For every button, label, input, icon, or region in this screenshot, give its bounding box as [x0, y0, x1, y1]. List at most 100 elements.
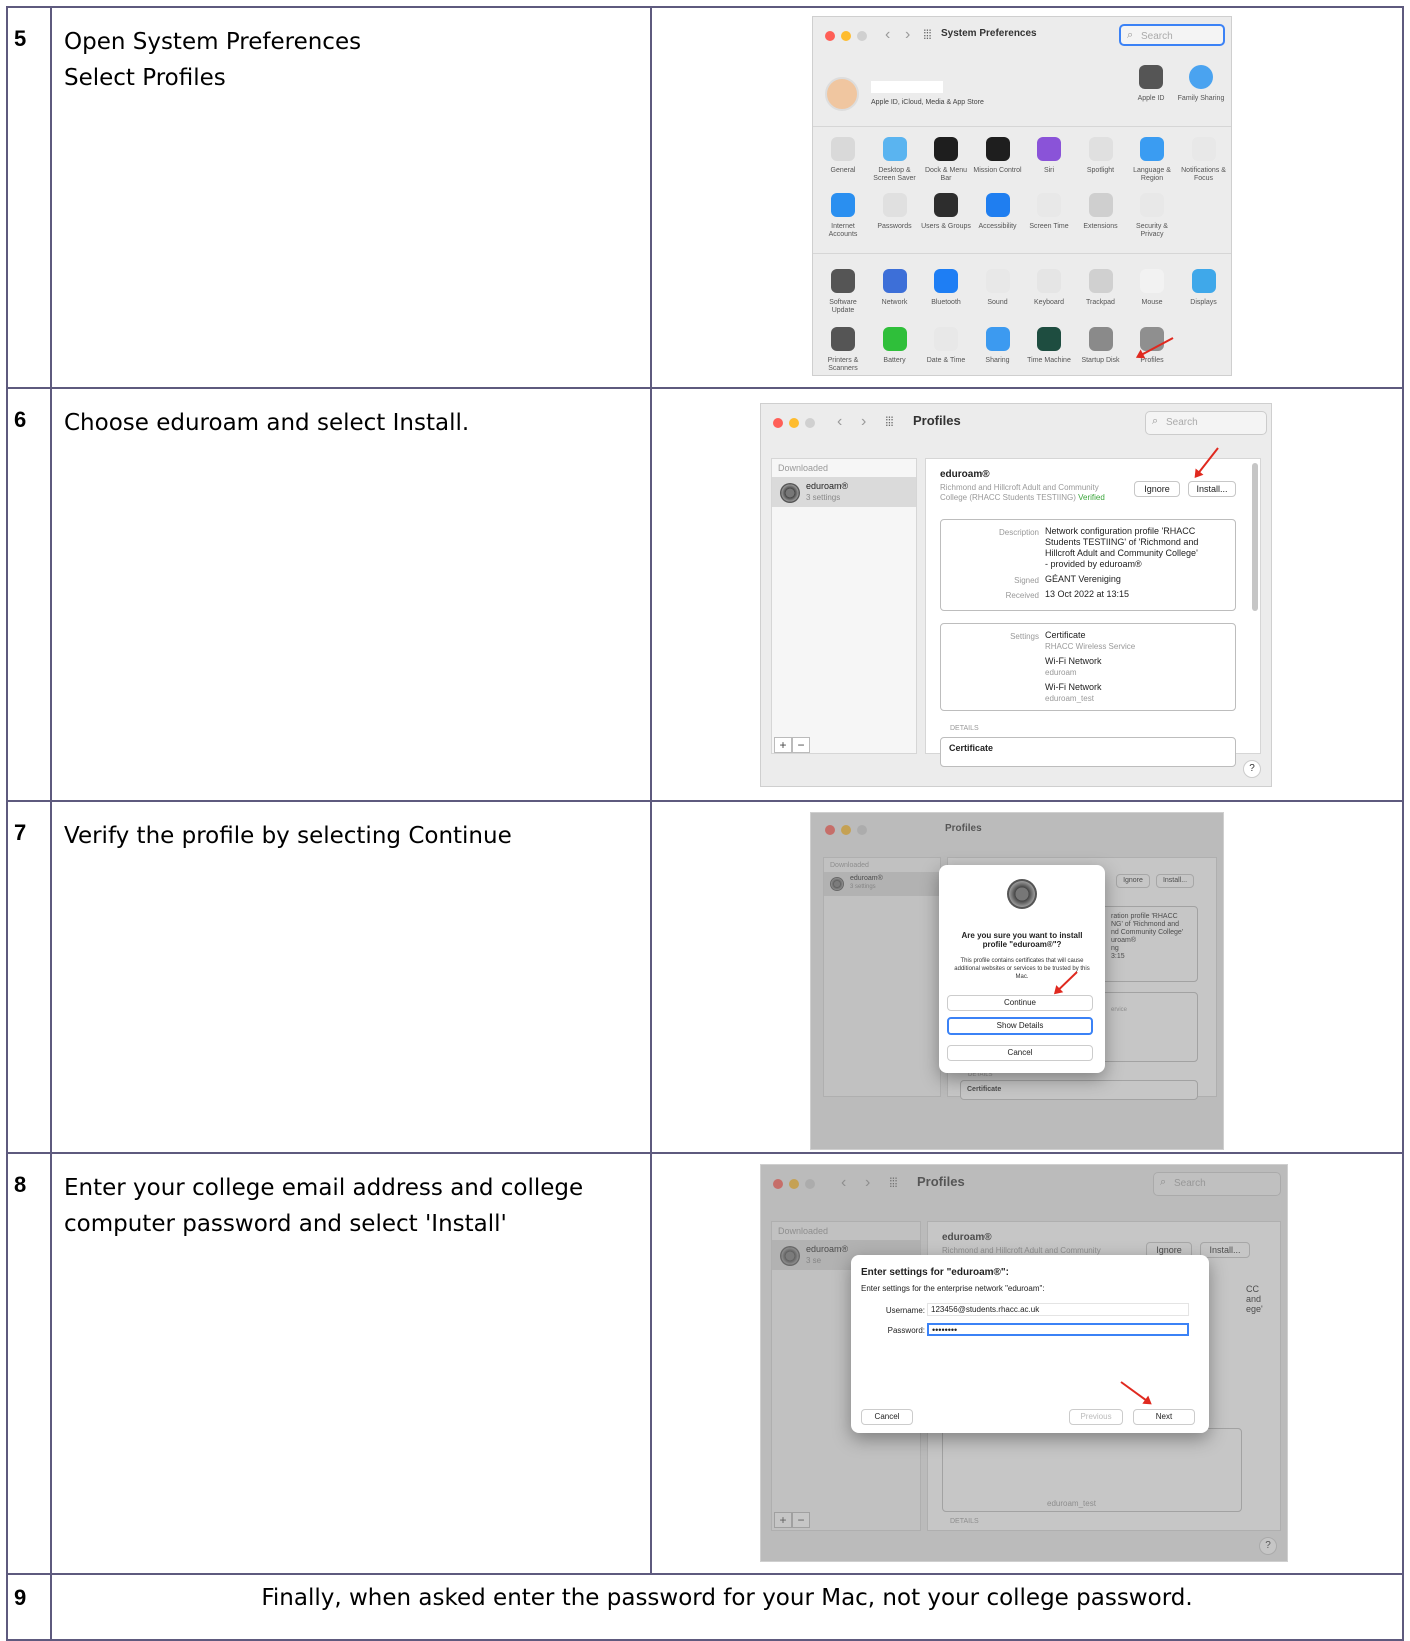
pane-dock-menu-bar[interactable]: Dock & Menu Bar: [920, 137, 972, 183]
profiles-window-dimmed: ‹ › ⁞⁞⁞ Profiles ⌕ Search Downloaded edu…: [760, 1164, 1288, 1563]
screenshot-cell: ‹ › ⁞⁞⁞ System Preferences ⌕ Search Appl…: [650, 5, 1404, 390]
profiles-sidebar: Downloaded eduroam® 3 settings + −: [771, 458, 917, 755]
add-button[interactable]: +: [774, 737, 792, 754]
pane-mouse[interactable]: Mouse: [1126, 269, 1178, 307]
list-item-eduroam[interactable]: eduroam® 3 settings: [772, 477, 916, 508]
step-line: Enter your college email address and col…: [64, 1175, 584, 1202]
scrollbar[interactable]: [1252, 463, 1258, 612]
username-input[interactable]: 123456@students.rhacc.ac.uk: [927, 1303, 1189, 1317]
pane-label: General: [830, 167, 856, 174]
ignore-button[interactable]: Ignore: [1134, 481, 1180, 498]
step-line: Open System Preferences: [64, 29, 362, 55]
apple-icon: [1139, 65, 1163, 89]
pane-apple-id[interactable]: Apple ID: [1125, 65, 1177, 103]
pane-icon: [882, 193, 907, 217]
pane-sharing[interactable]: Sharing: [972, 327, 1024, 365]
step-text: Choose eduroam and select Install.: [50, 387, 652, 802]
forward-icon[interactable]: ›: [861, 413, 866, 431]
description-box: Description Network configuration profil…: [940, 519, 1236, 612]
search-icon: ⌕: [1152, 415, 1159, 428]
pane-siri[interactable]: Siri: [1023, 137, 1075, 175]
description-line: - provided by eduroam®: [1045, 559, 1142, 570]
pane-label: Apple ID: [1137, 95, 1165, 102]
pane-displays[interactable]: Displays: [1178, 269, 1230, 307]
step-text: Verify the profile by selecting Continue: [50, 799, 652, 1155]
pane-spotlight[interactable]: Spotlight: [1075, 137, 1127, 175]
cancel-button[interactable]: Cancel: [861, 1409, 913, 1426]
grid-icon[interactable]: ⁞⁞⁞: [923, 27, 932, 42]
search-placeholder: Search: [1166, 417, 1198, 429]
pane-security-privacy[interactable]: Security & Privacy: [1126, 193, 1178, 239]
pane-desktop-screen-saver[interactable]: Desktop & Screen Saver: [869, 137, 921, 183]
detail-org-line: College (RHACC Students TESTIING) Verifi…: [940, 493, 1105, 502]
pane-icon: [934, 137, 958, 161]
zoom-button[interactable]: [857, 31, 867, 41]
back-icon[interactable]: ‹: [885, 26, 890, 44]
minimize-button[interactable]: [789, 418, 799, 429]
close-button[interactable]: [825, 31, 835, 41]
previous-button[interactable]: Previous: [1069, 1409, 1123, 1426]
password-label: Password:: [887, 1326, 925, 1336]
pane-time-machine[interactable]: Time Machine: [1023, 327, 1075, 365]
profile-settings-count: 3 settings: [806, 493, 841, 503]
pane-language-region[interactable]: Language & Region: [1126, 137, 1178, 183]
pane-date-time[interactable]: Date & Time: [920, 327, 972, 365]
pane-family-sharing[interactable]: Family Sharing: [1175, 65, 1227, 103]
help-button[interactable]: ?: [1243, 760, 1261, 779]
show-details-button[interactable]: Show Details: [947, 1016, 1093, 1035]
back-icon[interactable]: ‹: [837, 413, 842, 431]
pane-keyboard[interactable]: Keyboard: [1023, 269, 1075, 307]
pane-battery[interactable]: Battery: [869, 327, 921, 365]
pane-accessibility[interactable]: Accessibility: [972, 193, 1024, 231]
pane-label: Siri: [1043, 167, 1055, 174]
pane-label: Network: [881, 299, 908, 306]
pane-printers-scanners[interactable]: Printers & Scanners: [817, 327, 869, 373]
pane-startup-disk[interactable]: Startup Disk: [1075, 327, 1127, 365]
pane-bluetooth[interactable]: Bluetooth: [920, 269, 972, 307]
zoom-button[interactable]: [805, 418, 815, 429]
pane-icon: [831, 327, 855, 351]
pane-general[interactable]: General: [817, 137, 869, 175]
pane-trackpad[interactable]: Trackpad: [1075, 269, 1127, 307]
pane-notifications-focus[interactable]: Notifications & Focus: [1178, 137, 1230, 183]
remove-button[interactable]: −: [792, 737, 810, 754]
red-arrow: [1120, 1381, 1151, 1405]
settings-dialog: Enter settings for "eduroam®": Enter set…: [851, 1255, 1209, 1434]
pane-extensions[interactable]: Extensions: [1075, 193, 1127, 231]
pane-icon: [1037, 137, 1061, 161]
pane-screen-time[interactable]: Screen Time: [1023, 193, 1075, 231]
step-number: 5: [6, 5, 52, 390]
setting-sub: eduroam: [1045, 668, 1077, 678]
pane-network[interactable]: Network: [869, 269, 921, 307]
continue-button[interactable]: Continue: [947, 994, 1093, 1011]
avatar[interactable]: [825, 77, 859, 111]
description-line: Students TESTIING' of 'Richmond and: [1045, 537, 1199, 548]
search-input[interactable]: ⌕ Search: [1145, 411, 1267, 436]
install-button[interactable]: Install...: [1188, 481, 1236, 498]
password-input[interactable]: ••••••••: [927, 1323, 1189, 1337]
detail-org-2: College (RHACC Students TESTIING): [940, 493, 1076, 503]
pane-icon: [882, 327, 907, 351]
pane-profiles[interactable]: Profiles: [1126, 327, 1178, 365]
step-line: Select Profiles: [64, 65, 226, 91]
pane-software-update[interactable]: Software Update: [817, 269, 869, 315]
pane-label: Screen Time: [1029, 223, 1069, 230]
pane-internet-accounts[interactable]: Internet Accounts: [817, 193, 869, 239]
forward-icon[interactable]: ›: [905, 26, 910, 44]
pane-icon: [1088, 193, 1113, 217]
pane-icon: [985, 137, 1010, 161]
minimize-button[interactable]: [841, 31, 851, 41]
pane-users-groups[interactable]: Users & Groups: [920, 193, 972, 231]
close-button[interactable]: [773, 418, 783, 429]
pane-sound[interactable]: Sound: [972, 269, 1024, 307]
grid-icon[interactable]: ⁞⁞⁞: [885, 414, 894, 429]
pane-mission-control[interactable]: Mission Control: [972, 137, 1024, 175]
screenshot-cell: ‹ › ⁞⁞⁞ Profiles ⌕ Search Downloaded edu…: [650, 387, 1404, 802]
description-line: Hillcroft Adult and Community College': [1045, 548, 1198, 559]
next-button[interactable]: Next: [1133, 1409, 1195, 1426]
setting-name: Wi-Fi Network: [1045, 682, 1102, 693]
pane-icon: [934, 327, 958, 351]
pane-passwords[interactable]: Passwords: [869, 193, 921, 231]
cancel-button[interactable]: Cancel: [947, 1044, 1093, 1061]
search-input[interactable]: ⌕ Search: [1119, 24, 1225, 46]
